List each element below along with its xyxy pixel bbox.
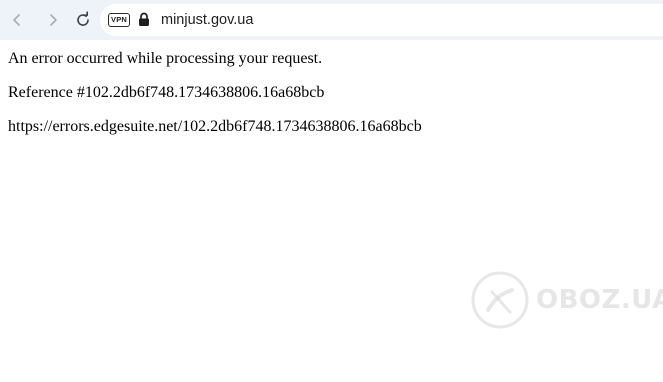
reference-id: Reference #102.2db6f748.1734638806.16a68… [8,84,325,101]
forward-button[interactable] [43,10,63,30]
watermark: OBOZ.UA [470,268,663,338]
address-bar[interactable]: VPN minjust.gov.ua [100,4,663,36]
browser-toolbar: VPN minjust.gov.ua [0,0,663,40]
watermark-text: OBOZ.UA [536,285,663,315]
error-url: https://errors.edgesuite.net/102.2db6f74… [8,118,422,135]
oboz-logo-icon [471,271,529,329]
back-button[interactable] [7,10,27,30]
reload-button[interactable] [73,10,93,30]
lock-icon[interactable] [138,12,150,27]
url-text[interactable]: minjust.gov.ua [161,10,253,30]
chevron-left-icon [13,14,20,26]
error-message: An error occurred while processing your … [8,50,323,67]
reload-icon [77,11,89,26]
chevron-right-icon [50,14,57,26]
vpn-badge[interactable]: VPN [108,13,131,27]
